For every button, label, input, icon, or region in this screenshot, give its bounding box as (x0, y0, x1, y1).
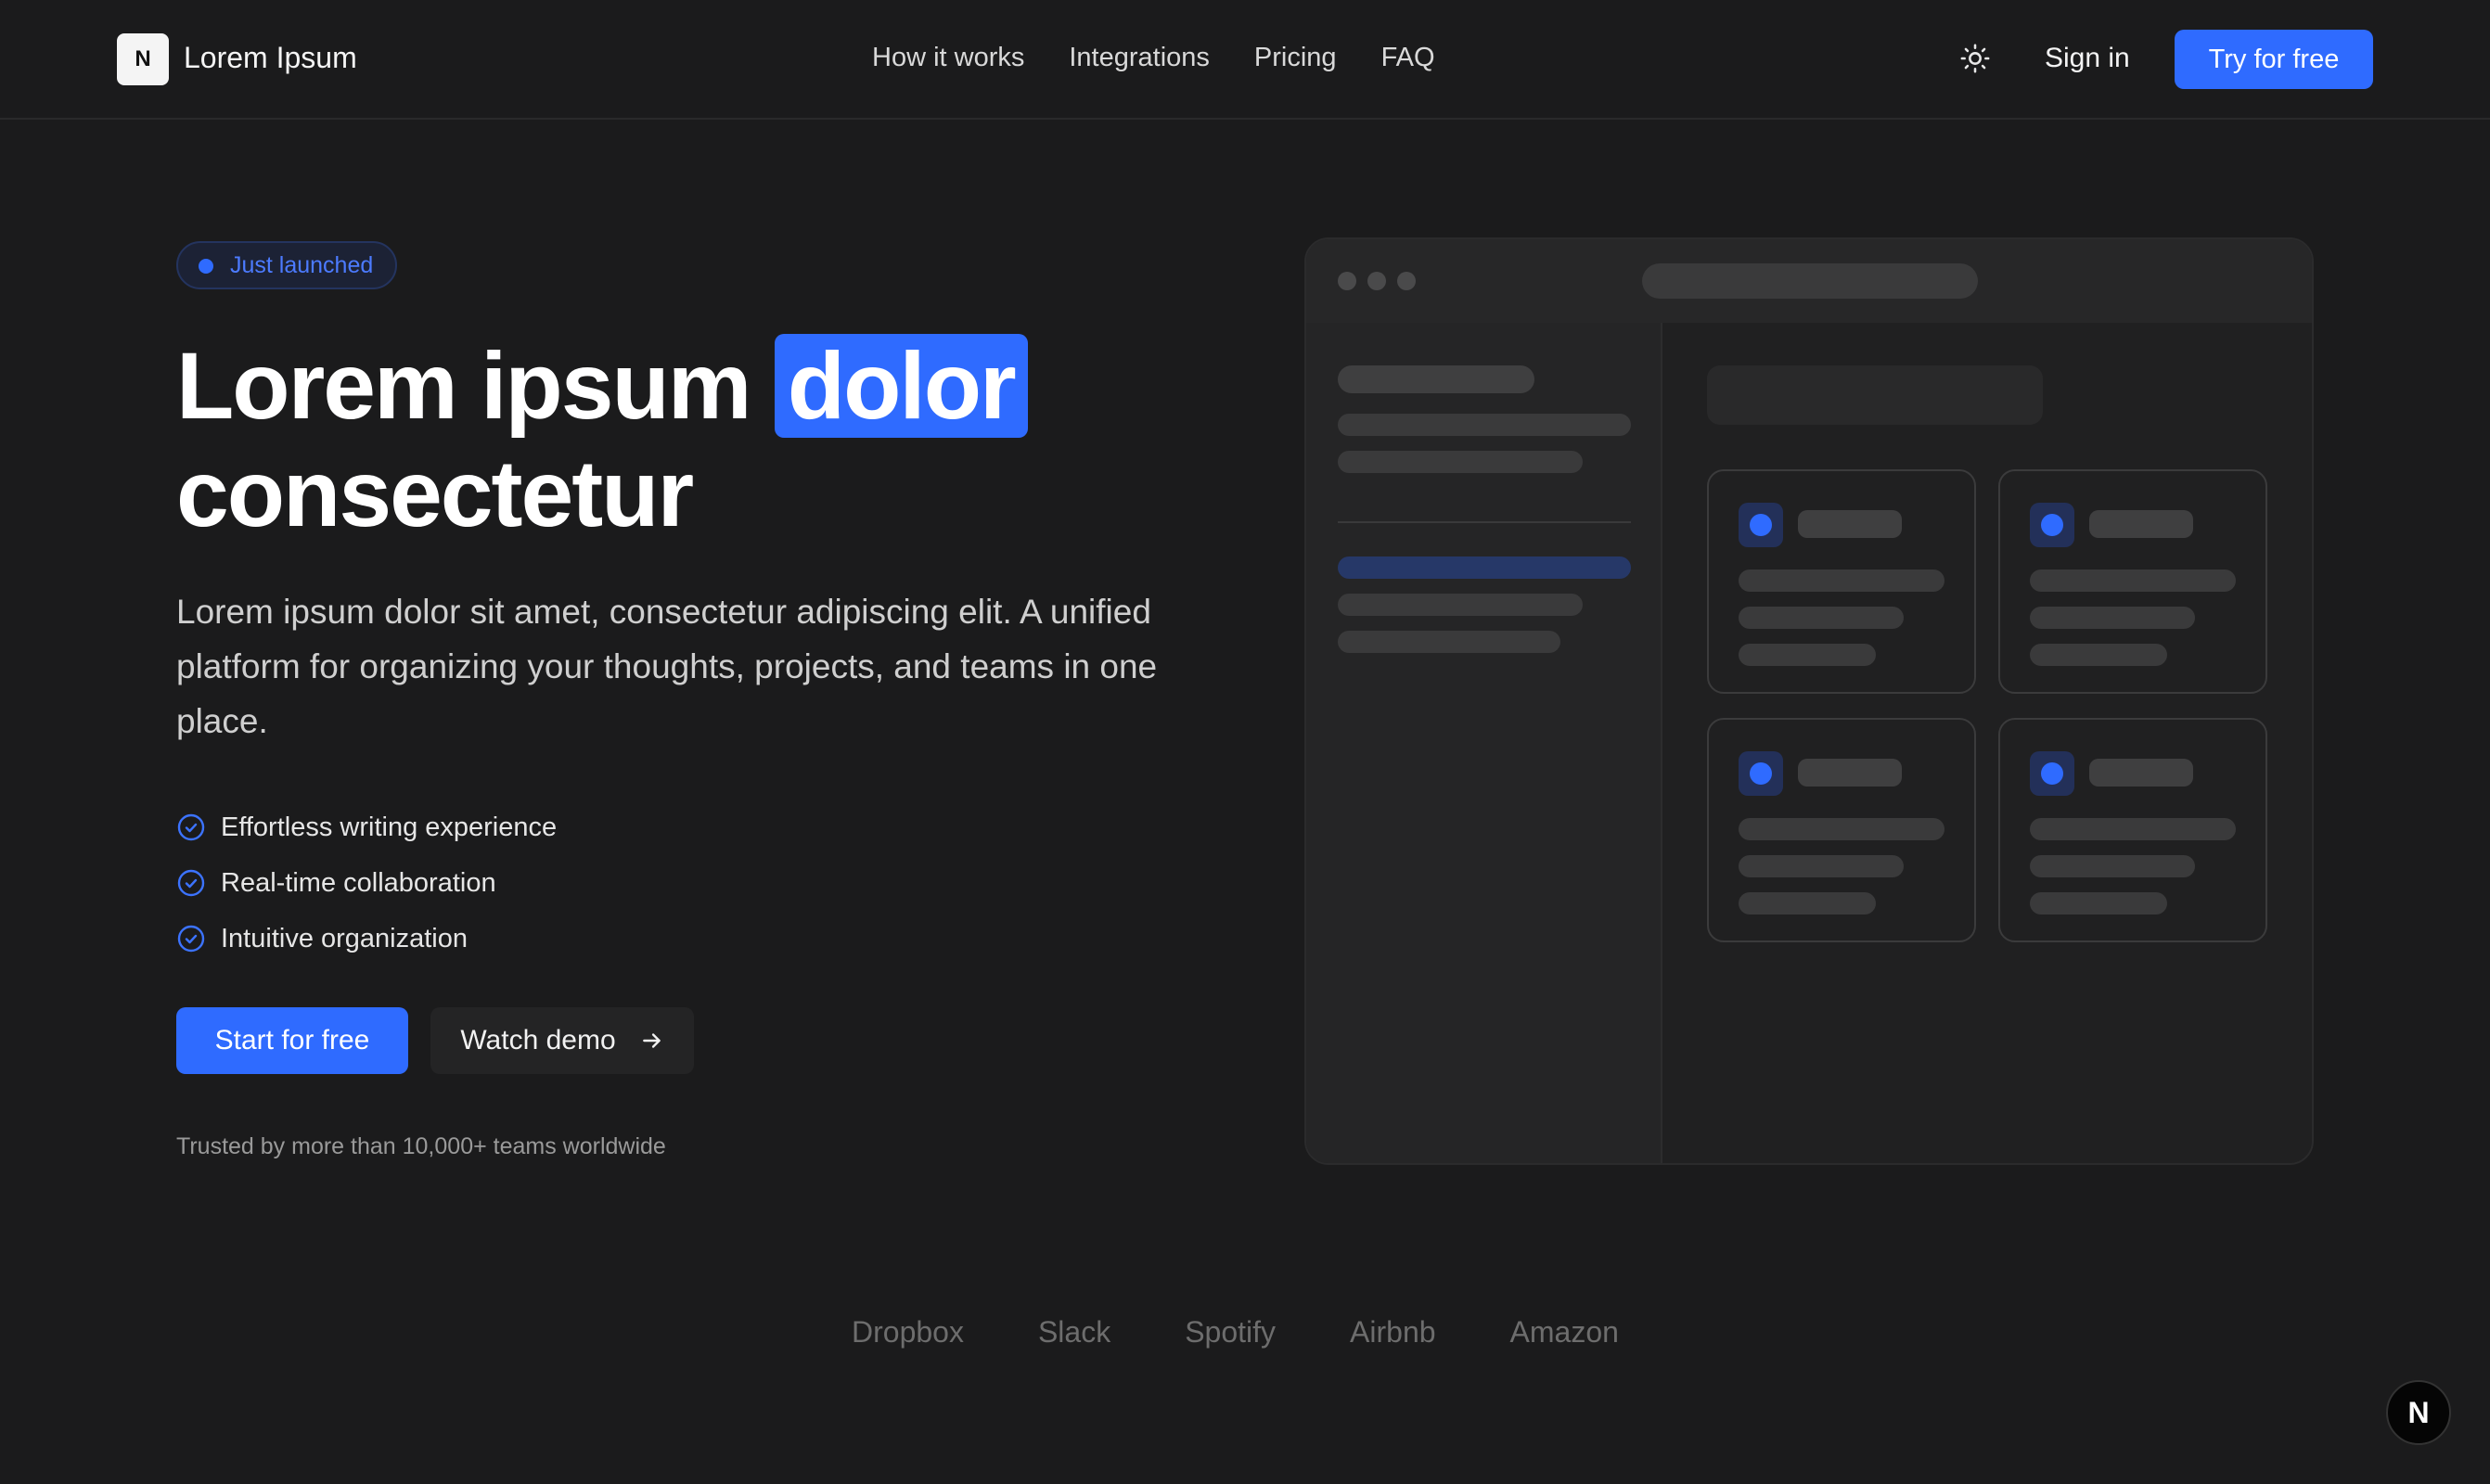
hero-title-part2: consectetur (176, 441, 694, 546)
brand-logos: Dropbox Slack Spotify Airbnb Amazon (852, 1315, 1619, 1350)
brand-logo-spotify: Spotify (1185, 1315, 1277, 1349)
nav-link-how-it-works[interactable]: How it works (872, 43, 1024, 73)
mockup-sidebar (1306, 323, 1662, 1163)
skeleton-bar (1338, 594, 1583, 616)
arrow-right-icon (642, 1033, 661, 1048)
hero-title-part1: Lorem ipsum (176, 333, 775, 439)
card-dot-icon (1739, 503, 1783, 547)
window-dot-icon (1367, 272, 1386, 290)
brand-logo-slack: Slack (1037, 1315, 1111, 1349)
mockup-card (1998, 469, 2267, 694)
nav-link-pricing[interactable]: Pricing (1254, 43, 1337, 73)
skeleton-bar (1338, 451, 1583, 473)
watch-demo-button[interactable]: Watch demo (430, 1007, 694, 1074)
mockup-header-skeleton (1707, 365, 2043, 425)
brand-logo-amazon: Amazon (1509, 1315, 1619, 1349)
feature-item: Real-time collaboration (176, 855, 557, 911)
skeleton-bar (1338, 631, 1560, 653)
nav-link-integrations[interactable]: Integrations (1069, 43, 1210, 73)
skeleton-bar (2030, 644, 2167, 666)
sidebar-divider (1338, 521, 1631, 523)
skeleton-bar (1739, 569, 1945, 592)
skeleton-bar (1798, 759, 1902, 787)
window-dot-icon (1397, 272, 1416, 290)
check-circle-icon (177, 869, 205, 897)
feature-text: Intuitive organization (221, 923, 468, 953)
mockup-titlebar (1306, 239, 2312, 323)
sun-icon[interactable] (1959, 43, 1991, 74)
badge-dot-icon (199, 259, 213, 274)
top-navbar: N Lorem Ipsum How it works Integrations … (0, 0, 2490, 120)
start-for-free-button[interactable]: Start for free (176, 1007, 408, 1074)
logo-icon[interactable]: N (117, 33, 169, 85)
nav-link-faq[interactable]: FAQ (1381, 43, 1435, 73)
hero-title: Lorem ipsum dolor consectetur (176, 332, 1197, 547)
n-logo-icon[interactable]: N (2386, 1380, 2451, 1445)
skeleton-bar (1739, 644, 1876, 666)
skeleton-bar (2030, 569, 2236, 592)
skeleton-bar (1739, 607, 1904, 629)
card-dot-icon (2030, 503, 2074, 547)
skeleton-bar-active (1338, 556, 1631, 579)
skeleton-bar (2030, 818, 2236, 840)
feature-item: Effortless writing experience (176, 800, 557, 855)
skeleton-bar (1338, 414, 1631, 436)
skeleton-bar (1798, 510, 1902, 538)
card-dot-icon (2030, 751, 2074, 796)
nav-links: How it works Integrations Pricing FAQ (872, 43, 1435, 73)
window-dot-icon (1338, 272, 1356, 290)
skeleton-bar (1338, 365, 1534, 393)
just-launched-badge: Just launched (176, 241, 398, 289)
skeleton-bar (2089, 759, 2193, 787)
brand-name[interactable]: Lorem Ipsum (184, 41, 357, 75)
check-circle-icon (177, 813, 205, 841)
mockup-card (1707, 718, 1976, 942)
brand-logo-airbnb: Airbnb (1350, 1315, 1436, 1349)
mockup-card (1707, 469, 1976, 694)
check-circle-icon (177, 925, 205, 953)
skeleton-bar (2089, 510, 2193, 538)
skeleton-bar (1739, 818, 1945, 840)
skeleton-bar (1739, 892, 1876, 915)
sign-in-link[interactable]: Sign in (2045, 43, 2130, 74)
feature-text: Effortless writing experience (221, 812, 558, 842)
mockup-address-bar (1642, 263, 1978, 299)
skeleton-bar (2030, 607, 2195, 629)
skeleton-bar (1739, 855, 1904, 877)
hero-subtitle: Lorem ipsum dolor sit amet, consectetur … (176, 593, 1158, 740)
watch-demo-label: Watch demo (460, 1025, 616, 1055)
skeleton-bar (2030, 855, 2195, 877)
card-dot-icon (1739, 751, 1783, 796)
badge-label: Just launched (230, 251, 374, 278)
hero-title-highlight: dolor (774, 334, 1028, 438)
skeleton-bar (2030, 892, 2167, 915)
feature-item: Intuitive organization (176, 911, 557, 966)
brand-logo-dropbox: Dropbox (852, 1315, 964, 1349)
app-preview-mockup (1304, 237, 2314, 1165)
try-for-free-button[interactable]: Try for free (2175, 30, 2373, 89)
trusted-text: Trusted by more than 10,000+ teams world… (176, 1133, 666, 1159)
feature-text: Real-time collaboration (221, 867, 496, 898)
feature-list: Effortless writing experience Real-time … (176, 800, 557, 966)
mockup-card (1998, 718, 2267, 942)
